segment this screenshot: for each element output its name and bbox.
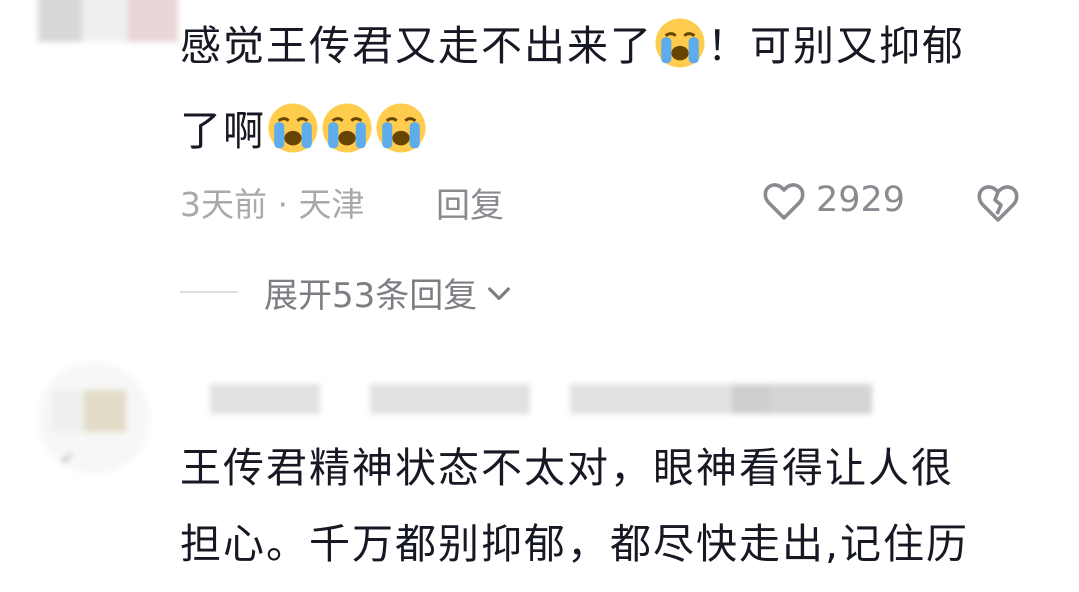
comment-meta: 3天前 · 天津 (180, 185, 365, 224)
comment-text-line: 了啊 (180, 101, 428, 161)
loudly-crying-face-icon (655, 18, 705, 68)
comment-text: ！可别又抑郁 (707, 22, 965, 70)
commenter-avatar[interactable] (38, 0, 178, 42)
heart-outline-icon (763, 183, 805, 220)
loudly-crying-face-icon (268, 103, 318, 153)
username-redacted[interactable] (180, 384, 880, 418)
comment-text-line: 感觉王传君又走不出来了 ！可别又抑郁 (180, 16, 965, 76)
comment-text: 担心。千万都别抑郁，都尽快走出,记住历 (180, 520, 970, 568)
broken-heart-icon[interactable] (974, 178, 1022, 226)
reply-button[interactable]: 回复 (436, 178, 504, 227)
commenter-avatar[interactable]: ✓ (38, 362, 150, 474)
comment-text: 王传君精神状态不太对，眼神看得让人很 (180, 444, 954, 492)
divider (180, 291, 238, 293)
loudly-crying-face-icon (322, 103, 372, 153)
chevron-down-icon (488, 286, 511, 300)
expand-replies-label: 展开53条回复 (264, 276, 478, 316)
loudly-crying-face-icon (376, 103, 426, 153)
comment-text: 了啊 (180, 107, 266, 155)
like-count: 2929 (816, 180, 906, 220)
like-button[interactable]: 2929 (760, 176, 905, 224)
comment-text: 感觉王传君又走不出来了 (180, 22, 653, 70)
expand-replies-button[interactable]: 展开53条回复 (264, 268, 515, 317)
